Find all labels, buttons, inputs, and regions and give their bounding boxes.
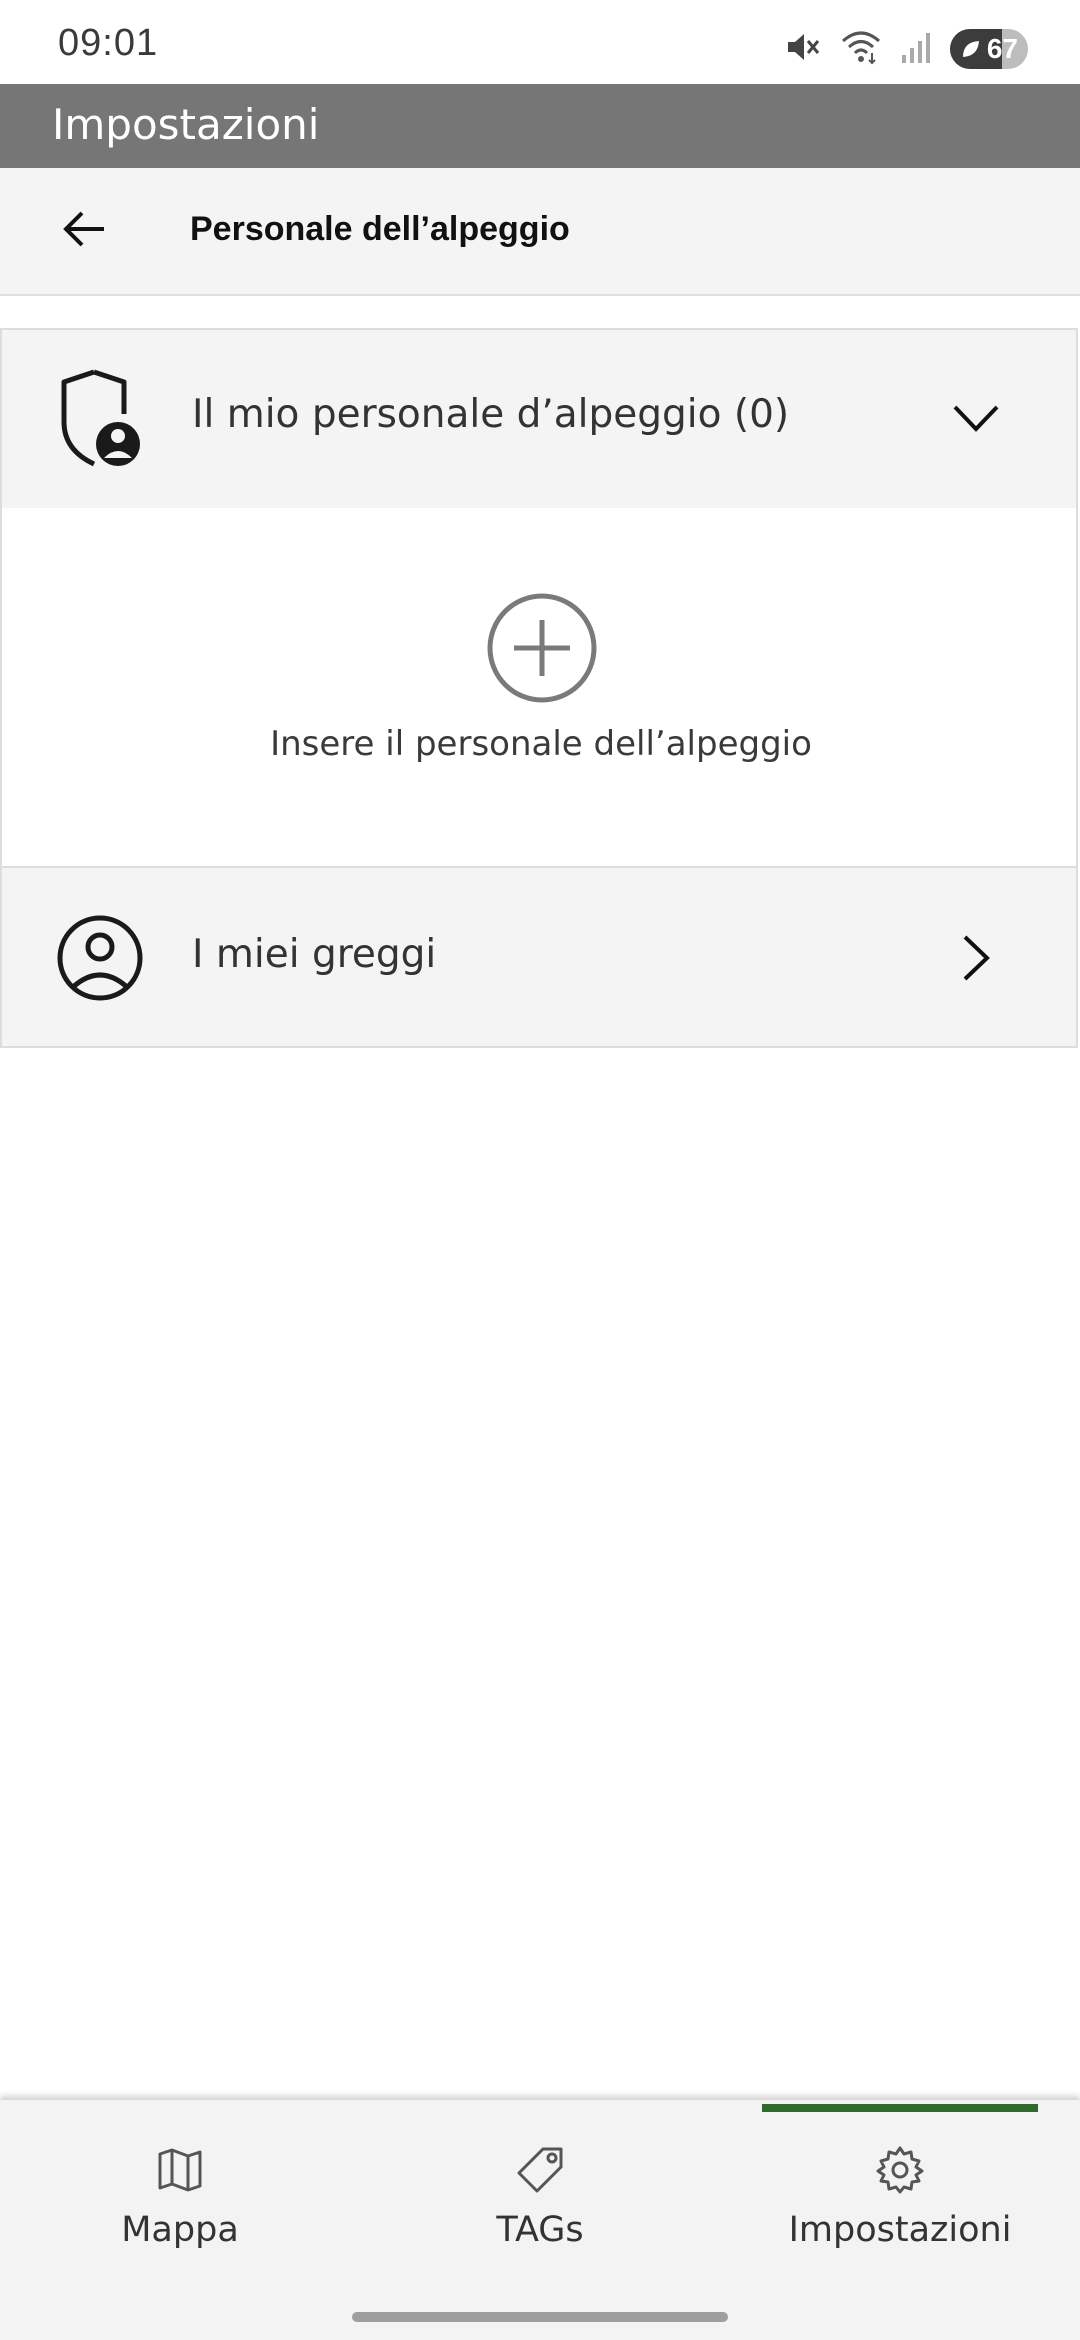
page-title: Personale dell’alpeggio xyxy=(190,210,570,248)
plus-circle-icon xyxy=(486,593,598,708)
nav-item-map[interactable]: Mappa xyxy=(0,2140,360,2280)
nav-label-settings: Impostazioni xyxy=(788,2210,1012,2250)
mute-icon xyxy=(782,27,822,71)
staff-section-label: Il mio personale d’alpeggio (0) xyxy=(192,392,790,437)
add-staff-label[interactable]: Insere il personale dell’alpeggio xyxy=(2,724,1080,764)
user-circle-icon xyxy=(52,908,148,1008)
status-bar: 09:01 67 xyxy=(0,0,1080,84)
nav-label-tags: TAGs xyxy=(496,2210,584,2250)
staff-section-header[interactable]: Il mio personale d’alpeggio (0) xyxy=(0,328,1078,508)
add-staff-button[interactable] xyxy=(486,592,598,704)
chevron-right-icon xyxy=(946,928,1006,988)
status-time: 09:01 xyxy=(58,22,159,64)
nav-label-map: Mappa xyxy=(121,2210,239,2250)
battery-level: 67 xyxy=(986,33,1018,64)
home-indicator[interactable] xyxy=(352,2312,728,2322)
nav-item-tags[interactable]: TAGs xyxy=(360,2140,720,2280)
status-icons: 67 xyxy=(782,26,1028,72)
app-header: Impostazioni xyxy=(0,84,1080,168)
flocks-section-row[interactable]: I miei greggi xyxy=(0,866,1078,1048)
map-icon xyxy=(150,2140,210,2200)
back-button[interactable] xyxy=(52,198,118,264)
bottom-nav: Mappa TAGs Impostazioni xyxy=(0,2100,1080,2340)
app-header-title: Impostazioni xyxy=(52,100,320,149)
nav-item-settings[interactable]: Impostazioni xyxy=(720,2140,1080,2280)
signal-icon xyxy=(900,27,932,71)
shield-user-icon xyxy=(52,368,148,468)
staff-section-body: Insere il personale dell’alpeggio xyxy=(0,508,1078,866)
wifi-icon xyxy=(840,27,882,71)
leaf-icon xyxy=(960,38,982,64)
battery-icon: 67 xyxy=(950,29,1028,69)
arrow-left-icon xyxy=(60,204,110,258)
tag-icon xyxy=(510,2140,570,2200)
nav-active-indicator xyxy=(762,2104,1038,2112)
flocks-section-label: I miei greggi xyxy=(192,932,437,977)
gear-icon xyxy=(870,2140,930,2200)
chevron-down-icon xyxy=(946,388,1006,448)
sub-header: Personale dell’alpeggio xyxy=(0,168,1080,296)
